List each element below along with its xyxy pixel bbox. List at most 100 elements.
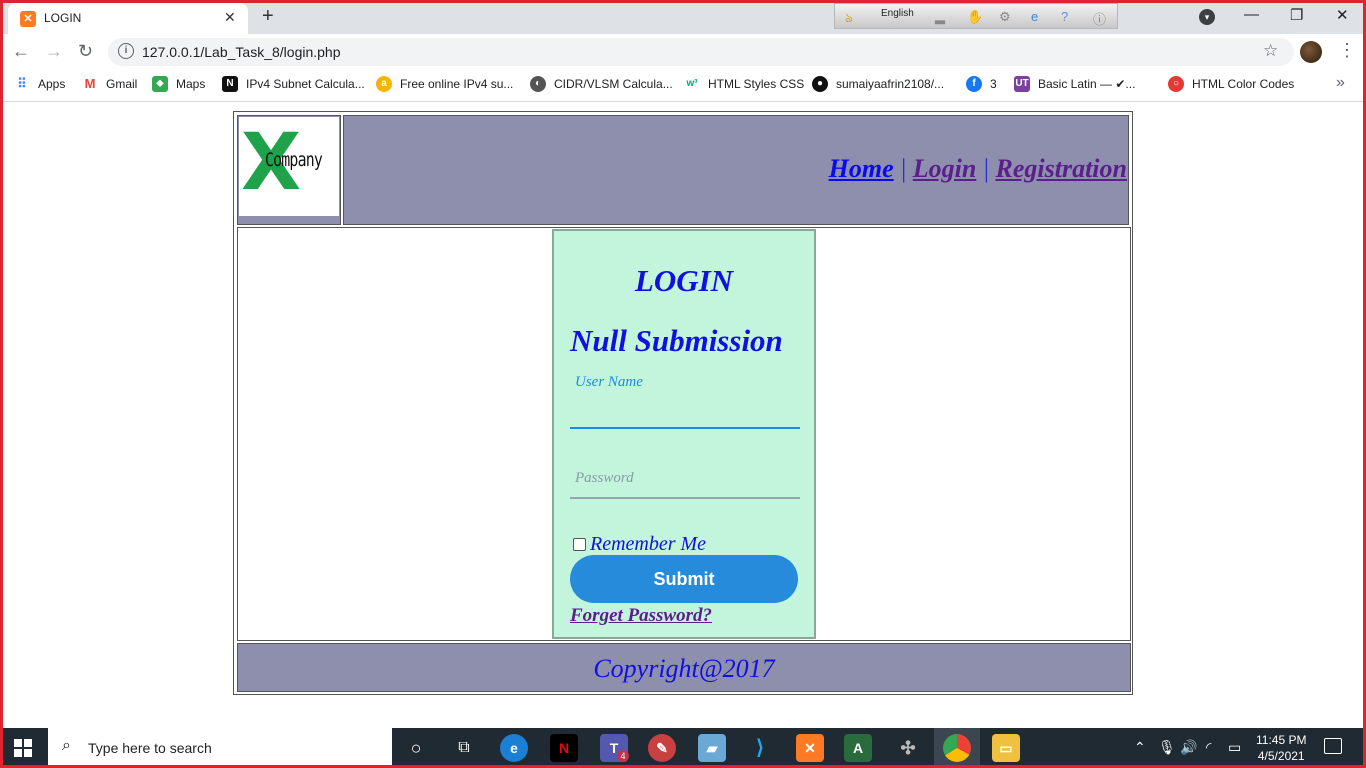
cortana-icon[interactable]: ○ [402, 734, 430, 762]
bookmark-html-color-codes[interactable]: ○ HTML Color Codes [1168, 76, 1294, 92]
netflix-icon[interactable]: N [550, 734, 578, 762]
copyright-text: Copyright@2017 [593, 654, 775, 683]
search-icon: ⌕ [62, 737, 71, 754]
battery-icon[interactable]: ▭ [1228, 739, 1241, 756]
footer-cell: Copyright@2017 [237, 643, 1131, 692]
bookmark-github[interactable]: ● sumaiyaafrin2108/... [812, 76, 944, 92]
bookmark-star-icon[interactable]: ☆ [1263, 41, 1278, 61]
profile-avatar[interactable] [1300, 41, 1322, 63]
ut-icon: UT [1014, 76, 1030, 92]
maps-icon: ⬥ [152, 76, 168, 92]
bookmark-html-styles[interactable]: w³ HTML Styles CSS [684, 76, 804, 92]
layout-table: X Company Home | Login | Registration LOGIN … [233, 111, 1133, 695]
vscode-icon[interactable]: ⟩ [746, 734, 774, 762]
remember-me: Remember Me [573, 533, 706, 556]
w3-icon: w³ [686, 78, 698, 89]
notification-icon[interactable] [1324, 738, 1342, 754]
file-explorer-icon[interactable]: ▭ [992, 734, 1020, 762]
taskbar-search[interactable]: ⌕ Type here to search [48, 728, 392, 768]
body-cell: LOGIN Null Submission User Name Password… [237, 227, 1131, 641]
window-close-icon[interactable]: ✕ [1336, 6, 1349, 24]
chrome-icon[interactable] [943, 734, 971, 762]
browser-tab[interactable]: ✕ LOGIN ✕ [8, 3, 248, 34]
bookmark-label: Free online IPv4 su... [400, 77, 514, 91]
logo-cell: X Company [237, 115, 341, 225]
tray-chevron-icon[interactable]: ⌃ [1134, 739, 1146, 756]
bookmark-label: sumaiyaafrin2108/... [836, 77, 945, 91]
reload-icon[interactable]: ↻ [78, 41, 93, 62]
remember-me-checkbox[interactable] [573, 538, 586, 551]
keyboard-layout-icon[interactable]: ঌ [845, 9, 853, 30]
nav-separator: | [982, 154, 990, 183]
clock-time: 11:45 PM [1256, 733, 1307, 747]
back-icon[interactable]: ← [12, 41, 30, 62]
minimize-icon[interactable]: — [1244, 6, 1259, 23]
forward-icon[interactable]: → [45, 41, 63, 62]
password-input[interactable] [570, 497, 800, 499]
more-menu-icon[interactable]: ⋮ [1338, 41, 1356, 59]
xampp-icon[interactable]: ✕ [796, 734, 824, 762]
bookmark-label: CIDR/VLSM Calcula... [554, 77, 673, 91]
bookmark-cidr[interactable]: ◐ CIDR/VLSM Calcula... [530, 76, 673, 92]
hand-icon[interactable]: ✋ [967, 9, 983, 25]
language-label[interactable]: English [881, 8, 914, 19]
keyboard-icon[interactable]: ▂ [935, 9, 945, 25]
header-nav-cell: Home | Login | Registration [343, 115, 1129, 225]
microphone-icon[interactable]: 🎙 [1158, 739, 1176, 756]
language-bar[interactable]: ঌ English ▂ ✋ ⚙ e ? ⓘ [834, 3, 1118, 29]
nav-login-link[interactable]: Login [913, 154, 977, 183]
close-tab-icon[interactable]: ✕ [224, 9, 236, 26]
url-text[interactable]: 127.0.0.1/Lab_Task_8/login.php [142, 44, 341, 60]
bookmark-maps[interactable]: ⬥ Maps [152, 76, 205, 92]
task-view-icon[interactable]: ⧉ [450, 734, 478, 762]
help-icon[interactable]: ? [1061, 9, 1068, 24]
paint-icon[interactable]: ✎ [648, 734, 676, 762]
site-info-icon[interactable]: i [118, 43, 134, 59]
bookmark-label: Apps [38, 77, 66, 91]
windows-start-icon[interactable] [14, 739, 32, 757]
forget-password-link[interactable]: Forget Password? [570, 605, 712, 627]
username-input[interactable] [570, 427, 800, 429]
bookmark-apps[interactable]: ⠿ Apps [14, 76, 65, 92]
remember-me-label[interactable]: Remember Me [590, 533, 706, 556]
login-title: LOGIN [634, 263, 734, 298]
bookmark-label: Basic Latin — ✔... [1038, 77, 1136, 91]
more-bookmarks-icon[interactable]: » [1336, 74, 1345, 92]
nav-home-link[interactable]: Home [829, 154, 894, 183]
new-tab-button[interactable]: + [262, 5, 274, 27]
error-message: Null Submission [570, 323, 783, 358]
access-icon[interactable]: A [844, 734, 872, 762]
bookmark-basic-latin[interactable]: UT Basic Latin — ✔... [1014, 76, 1135, 92]
nav-registration-link[interactable]: Registration [996, 154, 1127, 183]
bookmark-gmail[interactable]: M Gmail [82, 76, 138, 92]
address-bar[interactable]: i 127.0.0.1/Lab_Task_8/login.php ☆ [108, 38, 1294, 66]
submit-button[interactable]: Submit [570, 555, 798, 603]
windows-taskbar: ⌕ Type here to search ○ ⧉ e N T 4 ✎ ▰ ⟩ … [0, 728, 1366, 768]
password-placeholder: Password [575, 470, 634, 486]
bookmark-free-ipv4[interactable]: a Free online IPv4 su... [376, 76, 513, 92]
volume-icon[interactable]: 🔊 [1180, 739, 1197, 756]
system-clock[interactable]: 11:45 PM 4/5/2021 [1256, 732, 1306, 764]
bookmark-ipv4-subnet[interactable]: N IPv4 Subnet Calcula... [222, 76, 365, 92]
edge-icon[interactable]: e [500, 734, 528, 762]
ie-icon[interactable]: e [1031, 9, 1038, 24]
facebook-icon: f [966, 76, 982, 92]
tab-title: LOGIN [44, 11, 82, 25]
notebook-icon[interactable]: ▰ [698, 734, 726, 762]
bookmark-facebook[interactable]: f 3 [966, 76, 997, 92]
bookmark-label: Maps [176, 77, 206, 91]
wifi-icon[interactable]: ◜ [1206, 739, 1211, 756]
info-icon[interactable]: ⓘ [1093, 9, 1106, 28]
tab-search-icon[interactable]: ▾ [1199, 9, 1215, 25]
main-nav: Home | Login | Registration [829, 154, 1127, 184]
clock-date: 4/5/2021 [1257, 749, 1305, 763]
settings-icon[interactable]: ⚙ [999, 9, 1011, 25]
n-icon: N [222, 76, 238, 92]
restore-icon[interactable]: ❐ [1290, 6, 1303, 24]
gmail-icon: M [84, 76, 96, 91]
globe-icon: ◐ [530, 76, 546, 92]
bookmark-label: HTML Color Codes [1192, 77, 1295, 91]
color-codes-icon: ○ [1168, 76, 1184, 92]
taskbar-search-placeholder: Type here to search [88, 740, 212, 756]
network-tool-icon[interactable]: ✣ [894, 734, 922, 762]
